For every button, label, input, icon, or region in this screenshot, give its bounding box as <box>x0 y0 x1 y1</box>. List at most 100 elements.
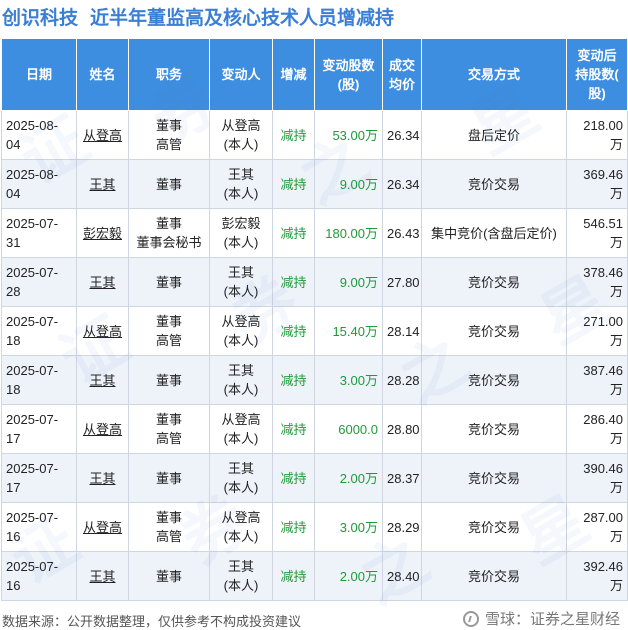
brand-credit: 雪球：证券之星财经 <box>462 608 620 629</box>
person-name-link[interactable]: 王其 <box>76 159 129 209</box>
changer-cell: 王其 (本人) <box>209 453 273 503</box>
changer-cell-line: (本人) <box>223 284 259 299</box>
shares-after-cell: 286.40万 <box>566 404 628 454</box>
changer-cell-line: (本人) <box>223 186 259 201</box>
role-cell-line: 董事 <box>155 216 182 231</box>
column-header-direction: 增减 <box>272 38 315 111</box>
changer-cell: 从登高 (本人) <box>209 110 273 160</box>
shares-after-cell: 392.46万 <box>566 551 628 601</box>
shares-after-cell: 271.00万 <box>566 306 628 356</box>
shares-changed-cell: 9.00万 <box>314 159 383 209</box>
changer-cell: 王其 (本人) <box>209 355 273 405</box>
column-header-line: 姓名 <box>89 67 116 82</box>
avg-price-cell: 26.34 <box>382 110 422 160</box>
role-cell-line: 高管 <box>155 529 182 544</box>
stock-name: 创识科技 <box>2 7 79 29</box>
role-cell-line: 董事 <box>155 510 182 525</box>
person-name-link[interactable]: 从登高 <box>76 110 129 160</box>
trade-method-cell: 竞价交易 <box>421 453 567 503</box>
person-name-link[interactable]: 王其 <box>76 453 129 503</box>
role-cell: 董事 <box>128 355 210 405</box>
date-cell: 2025-07-18 <box>1 306 77 356</box>
direction-cell: 减持 <box>272 159 315 209</box>
changer-cell: 从登高 (本人) <box>209 306 273 356</box>
avg-price-cell: 28.29 <box>382 502 422 552</box>
shares-after-cell: 378.46万 <box>566 257 628 307</box>
table-row: 2025-07-17 从登高 董事 高管 从登高 (本人) 减持 6000.0 28.80 竞价交… <box>1 404 628 454</box>
column-header-after: 变动后 持股数(股) <box>566 38 628 111</box>
trade-method-cell: 集中竞价(含盘后定价) <box>421 208 567 258</box>
title-bar: 创识科技 近半年董监高及核心技术人员增减持 <box>0 0 628 32</box>
changer-cell: 王其 (本人) <box>209 551 273 601</box>
table-row: 2025-07-16 王其 董事 王其 (本人) 减持 2.00万 28.40 竞价交易 392.… <box>1 551 628 601</box>
insider-trading-table: 日期 姓名 职务 变动人 增减 变动股数 (股) 成交 均价 交易方式 变动后 持股数(股) 2025… <box>1 38 628 601</box>
role-cell-line: 董事 <box>155 118 182 133</box>
date-cell: 2025-07-17 <box>1 453 77 503</box>
role-cell: 董事 高管 <box>128 306 210 356</box>
trade-method-cell: 竞价交易 <box>421 159 567 209</box>
direction-cell: 减持 <box>272 306 315 356</box>
shares-changed-cell: 15.40万 <box>314 306 383 356</box>
role-cell-line: 董事会秘书 <box>136 235 202 250</box>
changer-cell-line: 从登高 <box>221 118 261 133</box>
shares-changed-cell: 53.00万 <box>314 110 383 160</box>
date-cell: 2025-08-04 <box>1 110 77 160</box>
table-row: 2025-07-18 王其 董事 王其 (本人) 减持 3.00万 28.28 竞价交易 387.… <box>1 355 628 405</box>
trade-method-cell: 竞价交易 <box>421 551 567 601</box>
data-source-note: 数据来源：公开数据整理，仅供参考不构成投资建议 <box>2 614 302 629</box>
column-header-line: 变动股数 <box>322 57 375 73</box>
person-name-link[interactable]: 从登高 <box>76 502 129 552</box>
trade-method-cell: 盘后定价 <box>421 110 567 160</box>
trade-method-cell: 竞价交易 <box>421 404 567 454</box>
shares-changed-cell: 2.00万 <box>314 453 383 503</box>
column-header-date: 日期 <box>1 38 77 111</box>
changer-cell-line: 从登高 <box>221 510 261 525</box>
person-name-link[interactable]: 从登高 <box>76 306 129 356</box>
changer-cell-line: 从登高 <box>221 412 261 427</box>
changer-cell-line: (本人) <box>223 235 259 250</box>
column-header-name: 姓名 <box>76 38 129 111</box>
date-cell: 2025-08-04 <box>1 159 77 209</box>
changer-cell: 从登高 (本人) <box>209 404 273 454</box>
trade-method-cell: 竞价交易 <box>421 355 567 405</box>
role-cell-line: 董事 <box>155 412 182 427</box>
column-header-method: 交易方式 <box>421 38 567 111</box>
brand-label: 雪球：证券之星财经 <box>484 611 620 628</box>
column-header-line: 股) <box>588 86 606 101</box>
shares-after-cell: 218.00万 <box>566 110 628 160</box>
shares-after-cell: 369.46万 <box>566 159 628 209</box>
avg-price-cell: 28.80 <box>382 404 422 454</box>
changer-cell-line: 王其 <box>227 363 254 378</box>
person-name-link[interactable]: 王其 <box>76 257 129 307</box>
column-header-line: 变动后 <box>577 48 617 63</box>
column-header-line: 均价 <box>388 76 415 92</box>
column-header-line: (股) <box>337 76 360 92</box>
role-cell-line: 高管 <box>155 137 182 152</box>
changer-cell: 王其 (本人) <box>209 257 273 307</box>
changer-cell-line: (本人) <box>223 480 259 495</box>
avg-price-cell: 28.28 <box>382 355 422 405</box>
direction-cell: 减持 <box>272 257 315 307</box>
column-header-line: 职务 <box>155 67 182 82</box>
table-row: 2025-07-28 王其 董事 王其 (本人) 减持 9.00万 27.80 竞价交易 378.… <box>1 257 628 307</box>
date-cell: 2025-07-16 <box>1 502 77 552</box>
person-name-link[interactable]: 王其 <box>76 355 129 405</box>
avg-price-cell: 26.43 <box>382 208 422 258</box>
changer-cell-line: 王其 <box>227 559 254 574</box>
person-name-link[interactable]: 从登高 <box>76 404 129 454</box>
column-header-line: 日期 <box>25 67 52 82</box>
avg-price-cell: 27.80 <box>382 257 422 307</box>
table-row: 2025-08-04 王其 董事 王其 (本人) 减持 9.00万 26.34 竞价交易 369.… <box>1 159 628 209</box>
trade-method-cell: 竞价交易 <box>421 257 567 307</box>
person-name-link[interactable]: 王其 <box>76 551 129 601</box>
changer-cell-line: (本人) <box>223 382 259 397</box>
direction-cell: 减持 <box>272 453 315 503</box>
column-header-line: 增减 <box>280 67 307 82</box>
column-header-role: 职务 <box>128 38 210 111</box>
column-header-line: 变动人 <box>221 67 261 82</box>
changer-cell-line: (本人) <box>223 431 259 446</box>
shares-changed-cell: 3.00万 <box>314 355 383 405</box>
person-name-link[interactable]: 彭宏毅 <box>76 208 129 258</box>
role-cell: 董事 高管 <box>128 404 210 454</box>
changer-cell-line: 王其 <box>227 167 254 182</box>
